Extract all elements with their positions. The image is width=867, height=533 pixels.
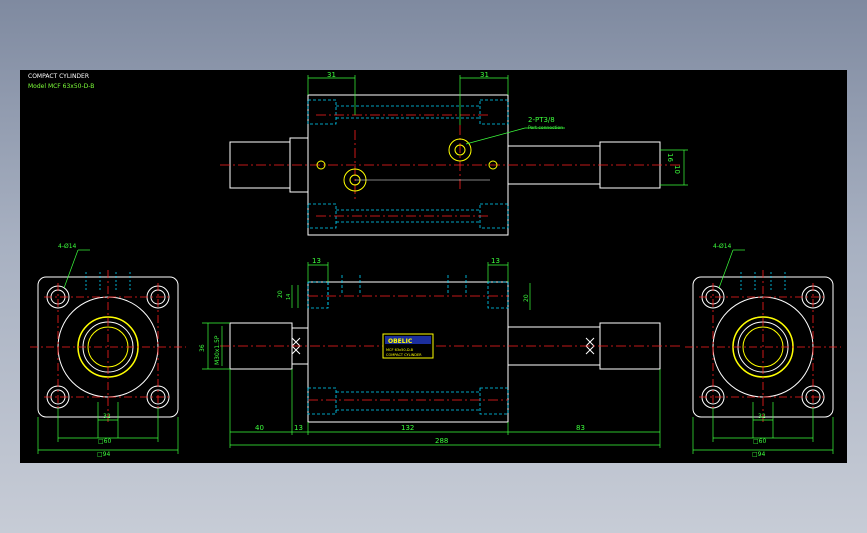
dim-bottom-13: 13 <box>294 424 303 432</box>
nameplate-line1: MCF 63x50-D-B <box>386 348 414 352</box>
dim-left-32: 32 <box>103 413 111 420</box>
top-view-center-lines <box>220 114 680 217</box>
title-block: COMPACT CYLINDER Model MCF 63x50-D-B <box>28 72 94 92</box>
left-end-view: 4-Ø14 32 □60 □94 <box>30 243 186 458</box>
front-view: OBELIC MCF 63x50-D-B COMPACT CYLINDER 13… <box>199 257 680 448</box>
dim-right-94: □94 <box>752 451 765 458</box>
dim-right-60: □60 <box>753 438 766 445</box>
dim-front-14: 14 <box>286 294 292 300</box>
dim-top-left-31: 31 <box>327 71 336 79</box>
dim-front-13-left: 13 <box>312 257 321 265</box>
drawing-title: COMPACT CYLINDER <box>28 73 90 80</box>
dim-front-36: 36 <box>199 344 206 352</box>
nameplate-line2: COMPACT CYLINDER <box>386 353 422 357</box>
port-label: 2-PT3/8 <box>528 116 555 124</box>
dim-top-right-31: 31 <box>480 71 489 79</box>
right-hole-callout: 4-Ø14 <box>713 243 732 250</box>
dim-thread: M30x1.5P <box>214 335 221 365</box>
dim-front-20-right: 20 <box>523 294 530 302</box>
nameplate: OBELIC MCF 63x50-D-B COMPACT CYLINDER <box>382 333 434 359</box>
dim-left-94: □94 <box>97 451 110 458</box>
left-hole-callout: 4-Ø14 <box>58 243 77 250</box>
dim-bottom-83: 83 <box>576 424 585 432</box>
dim-front-20: 20 <box>277 290 284 298</box>
top-view: 31 31 2-PT3/8 Port connection 10 16 <box>220 71 688 236</box>
dim-right-10: 10 <box>673 165 681 174</box>
dim-left-60: □60 <box>98 438 111 445</box>
cad-drawing: 31 31 2-PT3/8 Port connection 10 16 OBEL… <box>30 71 841 458</box>
model-line: Model MCF 63x50-D-B <box>28 82 94 92</box>
dim-bottom-132: 132 <box>401 424 414 432</box>
top-view-hidden-lines <box>307 99 509 229</box>
port-sub-label: Port connection <box>528 125 563 131</box>
cad-drawing-canvas[interactable]: 31 31 2-PT3/8 Port connection 10 16 OBEL… <box>20 70 847 463</box>
dim-right-32: 32 <box>758 413 766 420</box>
model-label: Model <box>28 83 47 90</box>
dim-right-16: 16 <box>666 153 674 162</box>
right-end-view: 4-Ø14 32 □60 □94 <box>685 243 841 458</box>
nameplate-brand: OBELIC <box>388 338 413 345</box>
dim-front-13-right: 13 <box>491 257 500 265</box>
front-view-center-lines <box>220 295 680 401</box>
dim-overall-288: 288 <box>435 437 448 445</box>
top-view-dimensions <box>307 75 688 186</box>
dim-bottom-40: 40 <box>255 424 264 432</box>
model-value: MCF 63x50-D-B <box>47 83 95 90</box>
